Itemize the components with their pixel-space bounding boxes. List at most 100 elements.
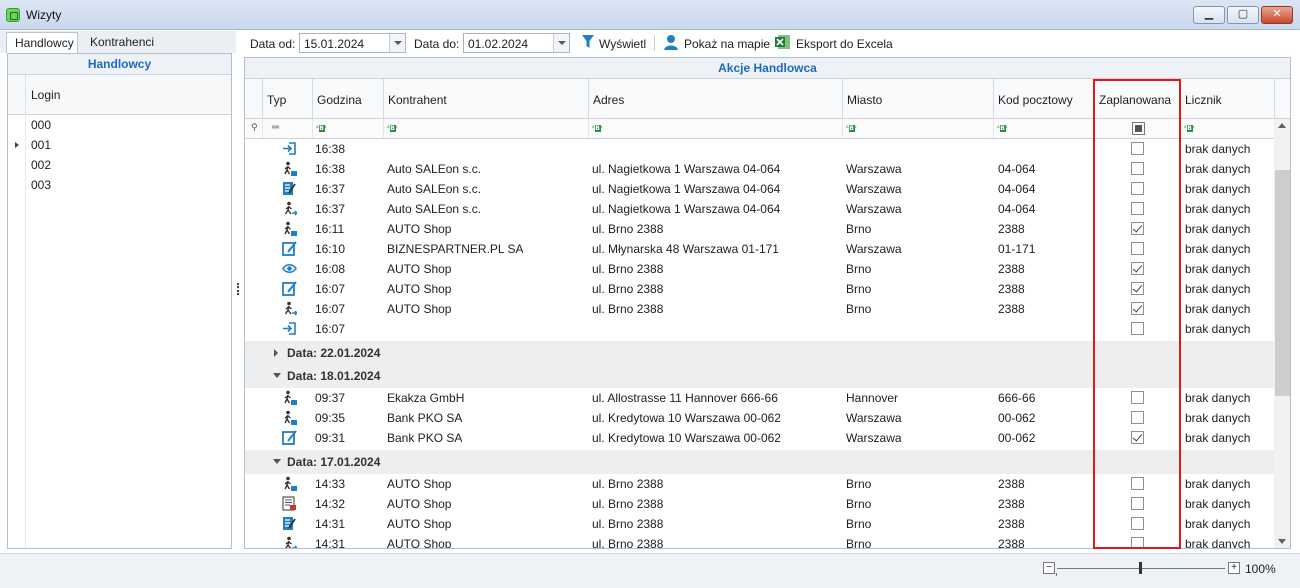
group-label: Data: 17.01.2024 <box>287 455 381 469</box>
filter-licznik[interactable]: ᴬBᶜ <box>1181 119 1275 138</box>
planned-checkbox[interactable] <box>1131 391 1144 404</box>
scrollbar-thumb[interactable] <box>1275 170 1290 396</box>
planned-checkbox[interactable] <box>1131 517 1144 530</box>
walking-person-icon <box>284 476 297 491</box>
scroll-down-icon[interactable] <box>1278 539 1286 544</box>
salesman-row-selected[interactable]: 001 <box>8 135 231 155</box>
cell-kontrahent: Ekakza GmbH <box>387 391 465 405</box>
table-row[interactable]: 09:35 Bank PKO SA ul. Kredytowa 10 Warszaw… <box>245 408 1275 428</box>
date-to-field[interactable]: 01.02.2024 <box>463 33 570 53</box>
maximize-button[interactable]: ▢ <box>1227 6 1259 24</box>
table-row[interactable]: 16:08 AUTO Shop ul. Brno 2388 Brno 2388 brak … <box>245 259 1275 279</box>
planned-checkbox[interactable] <box>1131 142 1144 155</box>
planned-checkbox[interactable] <box>1131 282 1144 295</box>
planned-checkbox[interactable] <box>1131 497 1144 510</box>
toolbar: Data od: 15.01.2024 Data do: 01.02.2024 … <box>244 31 1300 55</box>
column-header-kod-pocztowy[interactable]: Kod pocztowy <box>994 79 1095 119</box>
cell-godzina: 16:10 <box>315 242 346 256</box>
zoom-out-button[interactable]: − <box>1043 562 1055 574</box>
collapse-icon[interactable] <box>273 373 281 378</box>
planned-checkbox[interactable] <box>1131 162 1144 175</box>
planned-checkbox[interactable] <box>1131 431 1144 444</box>
exit-icon <box>283 322 296 335</box>
column-header-godzina[interactable]: Godzina <box>313 79 384 119</box>
export-excel-button[interactable]: Eksport do Excela <box>775 34 895 52</box>
chevron-down-icon[interactable] <box>553 34 569 52</box>
filter-pin-icon[interactable]: ⚲ <box>245 119 263 138</box>
filter-kontrahent[interactable]: ᴬBᶜ <box>384 119 589 138</box>
excel-icon <box>775 35 790 49</box>
table-row[interactable]: 09:31 Bank PKO SA ul. Kredytowa 10 Warszaw… <box>245 428 1275 448</box>
salesman-row[interactable]: 003 <box>8 175 231 195</box>
export-excel-label: Eksport do Excela <box>796 37 893 51</box>
cell-licznik: brak danych <box>1185 302 1251 316</box>
show-button-label: Wyświetl <box>599 37 647 51</box>
table-row[interactable]: 14:33 AUTO Shop ul. Brno 2388 Brno 2388 brak … <box>245 474 1275 494</box>
date-group-row[interactable]: Data: 17.01.2024 <box>245 450 1275 474</box>
scroll-up-icon[interactable] <box>1278 123 1286 128</box>
cell-kod-pocztowy: 2388 <box>998 222 1025 236</box>
chevron-down-icon[interactable] <box>389 34 405 52</box>
map-pin-icon <box>664 35 678 50</box>
column-header-zaplanowana[interactable]: Zaplanowana <box>1095 79 1181 119</box>
table-row[interactable]: 16:38 Auto SALEon s.c. ul. Nagietkowa 1 Wa… <box>245 159 1275 179</box>
cell-kod-pocztowy: 00-062 <box>998 431 1036 445</box>
table-row[interactable]: 16:07 brak danych <box>245 319 1275 339</box>
planned-checkbox[interactable] <box>1131 302 1144 315</box>
column-header-licznik[interactable]: Licznik <box>1181 79 1275 119</box>
filter-miasto[interactable]: ᴬBᶜ <box>843 119 994 138</box>
table-row[interactable]: 09:37 Ekakza GmbH ul. Allostrasse 11 Hanno… <box>245 388 1275 408</box>
tab-handlowcy[interactable]: Handlowcy <box>6 32 78 53</box>
date-group-row[interactable]: Data: 22.01.2024 <box>245 341 1275 365</box>
panel-splitter[interactable] <box>237 283 239 295</box>
salesman-row[interactable]: 002 <box>8 155 231 175</box>
table-row[interactable]: 16:07 AUTO Shop ul. Brno 2388 Brno 2388 brak … <box>245 279 1275 299</box>
table-row[interactable]: 16:37 Auto SALEon s.c. ul. Nagietkowa 1 Wa… <box>245 199 1275 219</box>
cell-miasto: Brno <box>846 477 872 491</box>
close-button[interactable]: ✕ <box>1261 6 1293 24</box>
table-row[interactable]: 14:32 AUTO Shop ul. Brno 2388 Brno 2388 brak … <box>245 494 1275 514</box>
column-header-typ[interactable]: Typ <box>263 79 313 119</box>
filter-godzina[interactable]: ᴬBᶜ <box>313 119 384 138</box>
expand-icon[interactable] <box>274 349 278 357</box>
column-header-kontrahent[interactable]: Kontrahent <box>384 79 589 119</box>
row-indicator-header <box>245 79 263 119</box>
table-row[interactable]: 14:31 AUTO Shop ul. Brno 2388 Brno 2388 brak … <box>245 534 1275 548</box>
table-row[interactable]: 16:10 BIZNESPARTNER.PL SA ul. Młynarska 48… <box>245 239 1275 259</box>
zoom-in-button[interactable]: + <box>1228 562 1240 574</box>
cell-miasto: Brno <box>846 222 872 236</box>
planned-checkbox[interactable] <box>1131 222 1144 235</box>
filter-checkbox[interactable] <box>1132 122 1145 135</box>
planned-checkbox[interactable] <box>1131 182 1144 195</box>
column-header-miasto[interactable]: Miasto <box>843 79 994 119</box>
planned-checkbox[interactable] <box>1131 322 1144 335</box>
group-label: Data: 18.01.2024 <box>287 369 381 383</box>
cell-godzina: 09:37 <box>315 391 346 405</box>
filter-typ[interactable]: ═ <box>263 119 313 138</box>
planned-checkbox[interactable] <box>1131 537 1144 548</box>
planned-checkbox[interactable] <box>1131 411 1144 424</box>
collapse-icon[interactable] <box>273 459 281 464</box>
table-row[interactable]: 16:37 Auto SALEon s.c. ul. Nagietkowa 1 Wa… <box>245 179 1275 199</box>
table-row[interactable]: 16:07 AUTO Shop ul. Brno 2388 Brno 2388 brak … <box>245 299 1275 319</box>
planned-checkbox[interactable] <box>1131 242 1144 255</box>
date-from-field[interactable]: 15.01.2024 <box>299 33 406 53</box>
planned-checkbox[interactable] <box>1131 262 1144 275</box>
login-column-header[interactable]: Login <box>8 75 231 115</box>
table-row[interactable]: 14:31 AUTO Shop ul. Brno 2388 Brno 2388 brak … <box>245 514 1275 534</box>
minimize-button[interactable]: ▁ <box>1193 6 1225 24</box>
planned-checkbox[interactable] <box>1131 202 1144 215</box>
planned-checkbox[interactable] <box>1131 477 1144 490</box>
show-on-map-button[interactable]: Pokaż na mapie <box>663 34 770 52</box>
salesman-row[interactable]: 000 <box>8 115 231 135</box>
filter-adres[interactable]: ᴬBᶜ <box>589 119 843 138</box>
table-row[interactable]: 16:38 brak danych <box>245 139 1275 159</box>
column-header-adres[interactable]: Adres <box>589 79 843 119</box>
table-row[interactable]: 16:11 AUTO Shop ul. Brno 2388 Brno 2388 brak … <box>245 219 1275 239</box>
zoom-slider-thumb[interactable] <box>1139 562 1142 574</box>
date-group-row[interactable]: Data: 18.01.2024 <box>245 364 1275 388</box>
tab-kontrahenci[interactable]: Kontrahenci <box>82 32 162 53</box>
filter-kod-pocztowy[interactable]: ᴬBᶜ <box>994 119 1095 138</box>
filter-zaplanowana[interactable] <box>1095 119 1181 138</box>
show-button[interactable]: Wyświetl <box>581 34 649 52</box>
